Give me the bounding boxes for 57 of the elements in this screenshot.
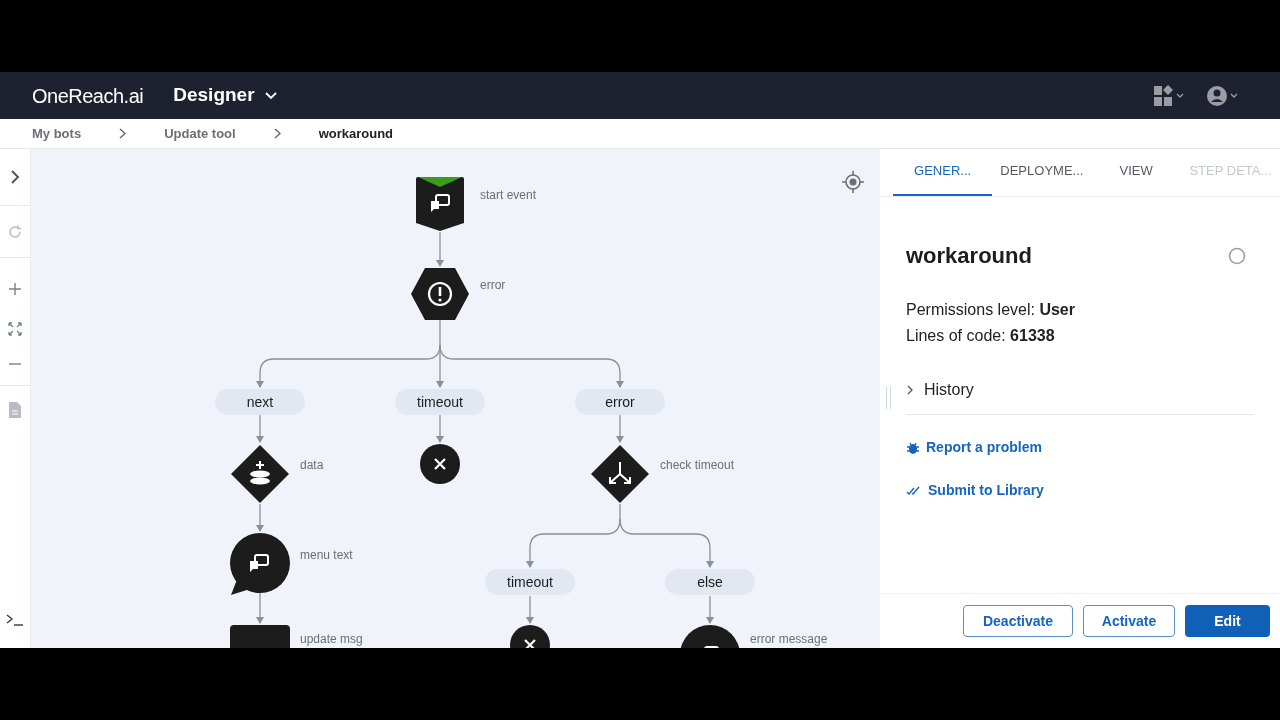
logo[interactable]: OneReach.ai xyxy=(32,80,144,111)
exit-pill[interactable]: timeout xyxy=(395,389,485,415)
breadcrumb-link[interactable]: workaround xyxy=(318,123,394,144)
detail-text: Lines of code: 61338 xyxy=(906,326,1056,346)
zoom-in-icon[interactable] xyxy=(9,283,21,295)
connector-line xyxy=(706,595,714,624)
double-check-icon xyxy=(906,484,922,497)
connector-line xyxy=(526,595,534,624)
exit-pill[interactable]: error xyxy=(575,389,665,415)
start-node[interactable] xyxy=(415,175,465,232)
action-button[interactable]: Deactivate xyxy=(963,605,1073,637)
action-button[interactable]: Activate xyxy=(1083,605,1175,637)
exit-pill[interactable]: else xyxy=(665,569,755,595)
speech-bubble-node[interactable] xyxy=(230,533,290,595)
expand-chevron-icon[interactable] xyxy=(10,170,20,184)
panel-link[interactable]: Submit to Library xyxy=(906,480,1254,501)
panel-tab[interactable]: VIEW xyxy=(1091,148,1181,196)
connector-line xyxy=(436,231,444,267)
connector-line xyxy=(616,414,624,443)
step-label: start event xyxy=(480,189,537,201)
action-button[interactable]: Edit xyxy=(1185,605,1270,637)
terminal-icon[interactable] xyxy=(6,614,24,626)
apps-menu-icon[interactable] xyxy=(1154,84,1186,107)
step-label: error message xyxy=(750,633,828,645)
step-label: data xyxy=(300,459,324,471)
caret-icon xyxy=(264,91,277,100)
connector-line xyxy=(256,414,264,443)
panel-tab[interactable]: DEPLOYME... xyxy=(992,148,1092,196)
locate-icon[interactable] xyxy=(842,171,864,193)
breadcrumb-chevron-icon xyxy=(119,128,127,139)
end-node[interactable] xyxy=(420,444,460,484)
user-menu-icon[interactable] xyxy=(1206,84,1240,107)
connector-line xyxy=(436,414,444,443)
exit-pill[interactable]: next xyxy=(215,389,305,415)
breadcrumb-chevron-icon xyxy=(273,128,281,139)
history-toggle[interactable]: History xyxy=(906,378,974,402)
connector-line xyxy=(256,592,264,624)
step-label: update msg xyxy=(300,633,363,645)
breadcrumb-link[interactable]: My bots xyxy=(32,123,82,144)
bot-title: workaround xyxy=(906,242,1032,270)
bug-icon xyxy=(906,440,920,455)
detail-text: Permissions level: User xyxy=(906,300,1076,320)
panel-link[interactable]: Report a problem xyxy=(906,437,1254,458)
diamond-node[interactable] xyxy=(590,444,650,504)
step-label: check timeout xyxy=(660,459,735,471)
connector-line xyxy=(256,503,264,532)
status-circle-icon xyxy=(1228,246,1246,265)
exit-pill[interactable]: timeout xyxy=(485,569,575,595)
breadcrumb-link[interactable]: Update tool xyxy=(164,123,236,144)
diamond-node[interactable] xyxy=(230,444,290,504)
fit-screen-icon[interactable] xyxy=(8,322,22,336)
step-label: error xyxy=(480,279,506,291)
app-switcher[interactable]: Designer xyxy=(173,81,277,110)
panel-tab[interactable]: GENER... xyxy=(893,148,993,196)
chevron-icon xyxy=(906,385,914,395)
step-label: menu text xyxy=(300,549,353,561)
hexagon-node[interactable] xyxy=(411,268,469,320)
